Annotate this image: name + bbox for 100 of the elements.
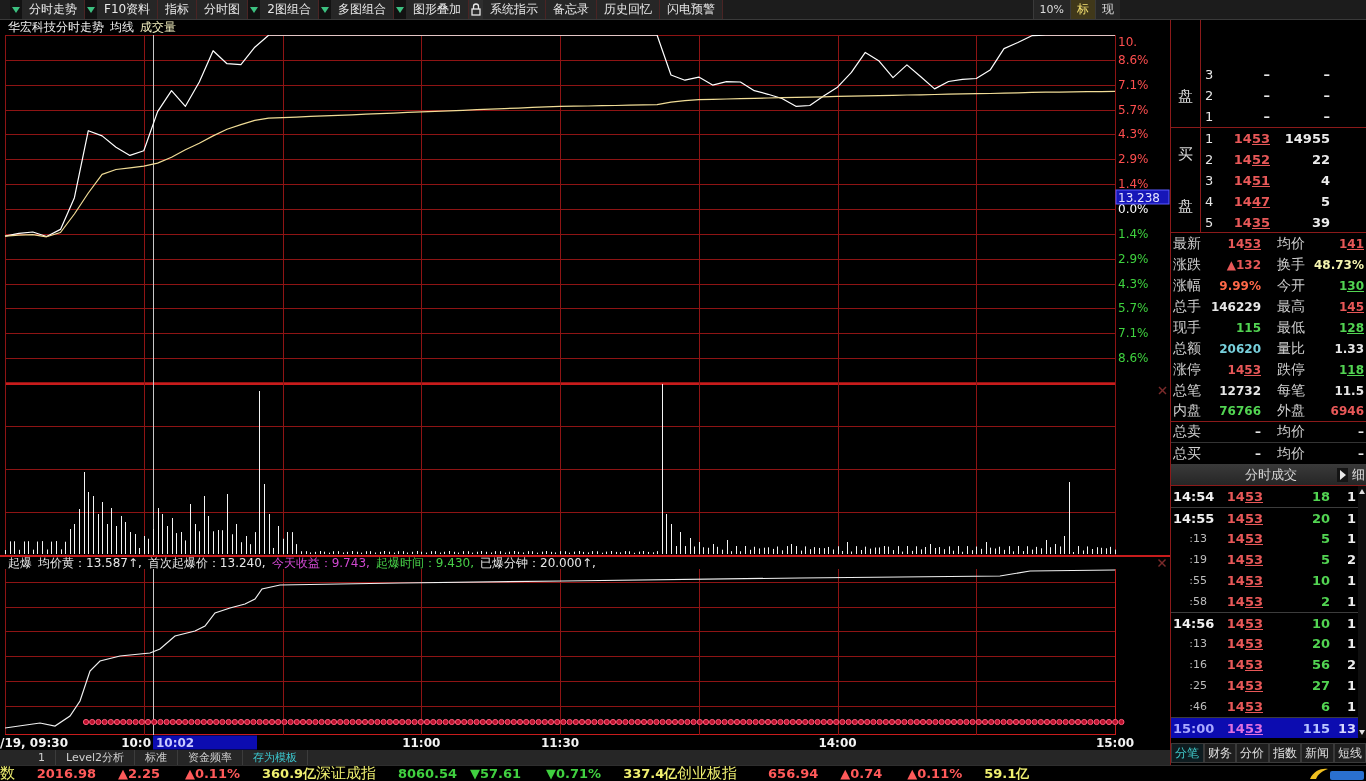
book-volume: 4 [1319,173,1330,188]
panel-tab[interactable]: 分价 [1236,743,1269,763]
trade-time: :13 [1188,637,1208,650]
stat-value: 12732 [1218,383,1261,398]
index-change: ▲2.25 [116,766,160,781]
axis-label: 10. [1118,35,1138,49]
trade-volume: 5 [1319,552,1330,567]
book-volume: – [1322,109,1330,124]
axis-label: 2.9% [1118,152,1149,167]
index-name: 创业板指 [677,766,739,781]
stat-label: 每笔 [1276,381,1306,400]
book-rank: 1 [1204,131,1215,146]
panel-title: 分时成交 [1245,465,1297,484]
trade-row[interactable]: :58 1453 2 1 [1171,591,1358,612]
trade-row[interactable]: :55 1453 10 1 [1171,570,1358,591]
trade-row[interactable]: :13 1453 20 1 [1171,633,1358,654]
stat-label: 今开 [1276,276,1306,295]
stat-value: 115 [1234,320,1261,335]
trade-count: 2 [1345,657,1357,672]
stat-value: 130 [1309,278,1365,293]
mode-tab[interactable]: 10% [1032,0,1070,19]
stat-value: – [1254,425,1261,439]
trade-price: 1453 [1215,636,1267,651]
book-volume: – [1322,67,1330,82]
trade-row[interactable]: 15:00 1453 115 13 [1171,717,1358,738]
trade-time: 14:56 [1172,615,1215,631]
stat-label: 量比 [1276,339,1306,358]
caret-down-icon[interactable] [10,0,22,19]
toolbar-button[interactable]: 分时图 [197,0,249,19]
trade-row[interactable]: 14:54 1453 18 1 [1171,486,1358,507]
trade-time: :55 [1188,574,1208,587]
index-change: ▲0.74 [839,766,883,781]
trade-price: 1453 [1215,615,1267,631]
stat-value: 76766 [1218,404,1261,418]
stat-label: 最新 [1172,234,1202,253]
book-rank: 1 [1204,109,1215,124]
trade-count: 1 [1345,636,1357,651]
book-price: 1451 [1219,173,1273,188]
time-label: 11:00 [402,736,441,750]
indicator-legend: 已爆分钟：20.000↑, [480,557,596,569]
book-rank: 4 [1204,194,1215,209]
trade-row[interactable]: :16 1453 56 2 [1171,654,1358,675]
mode-tab[interactable]: 现 [1095,0,1120,19]
caret-right-icon [1337,467,1348,482]
trade-volume: 20 [1310,510,1330,526]
panel-tab[interactable]: 财务 [1203,743,1236,763]
toolbar-button[interactable]: 闪电预警 [659,0,723,19]
stat-label: 最低 [1276,318,1306,337]
indicator-legend: 起爆 [8,557,32,569]
trade-row[interactable]: 14:55 1453 20 1 [1171,507,1358,528]
trade-row[interactable]: :19 1453 5 2 [1171,549,1358,570]
panel-tab[interactable]: 指数 [1268,743,1301,763]
toolbar-button[interactable]: F10资料 [97,0,159,19]
trade-count: 1 [1345,510,1357,526]
trade-row[interactable]: :46 1453 6 1 [1171,696,1358,717]
trade-time: 15:00 [1172,720,1215,736]
panel-tab[interactable]: 短线 [1333,743,1366,763]
panel-tab[interactable]: 新闻 [1301,743,1334,763]
panel-tab[interactable]: 分笔 [1171,743,1204,763]
toolbar-button[interactable]: 历史回忆 [596,0,660,19]
stat-label: 均价 [1276,234,1306,253]
stat-value: – [1254,446,1261,461]
scrollbar[interactable] [1358,486,1366,738]
stat-label: 跌停 [1276,360,1306,379]
trade-price: 1453 [1215,699,1267,714]
axis-label: 4.3% [1118,276,1149,291]
axis-label: 8.6% [1118,351,1149,366]
stat-label: 换手 [1276,255,1306,274]
time-label: 11:30 [540,736,580,750]
book-side-label: 买 [1178,145,1193,163]
trade-time: :19 [1188,553,1208,566]
toolbar-button[interactable]: 备忘录 [545,0,597,19]
caret-down-icon[interactable] [248,0,261,19]
toolbar-button[interactable]: 系统指示 [482,0,546,19]
book-rank: 2 [1204,88,1215,103]
stat-label: 总笔 [1172,381,1202,400]
toolbar-button[interactable]: 指标 [158,0,198,19]
axis-label: 8.6% [1118,52,1149,67]
indicator-legend: 今天收益：9.743, [271,557,370,569]
toolbar-button[interactable]: 图形叠加 [405,0,469,19]
index-value: 2016.98 [35,766,96,781]
trade-row[interactable]: 14:56 1453 10 1 [1171,612,1358,633]
axis-label: 0.0% [1118,202,1149,216]
trade-row[interactable]: :25 1453 27 1 [1171,675,1358,696]
axis-label: 1.4% [1118,177,1149,192]
caret-down-icon[interactable] [85,0,97,19]
axis-label: 1.4% [1118,226,1149,241]
trade-time: :16 [1188,658,1208,671]
toolbar-button[interactable]: 多图组合 [330,0,394,19]
toolbar-button[interactable]: 2图组合 [260,0,319,19]
index-name: 数 [0,766,16,781]
trade-price: 1453 [1215,531,1267,546]
mode-tab[interactable]: 标 [1070,0,1095,19]
stat-value: – [1357,425,1365,439]
toolbar-button[interactable]: 分时走势 [22,0,85,19]
trade-row[interactable]: :13 1453 5 1 [1171,528,1358,549]
trade-volume: 10 [1310,573,1330,588]
detail-button[interactable]: 细 [1337,465,1366,484]
trade-count: 13 [1336,720,1357,736]
stat-value: 145 [1309,299,1365,314]
